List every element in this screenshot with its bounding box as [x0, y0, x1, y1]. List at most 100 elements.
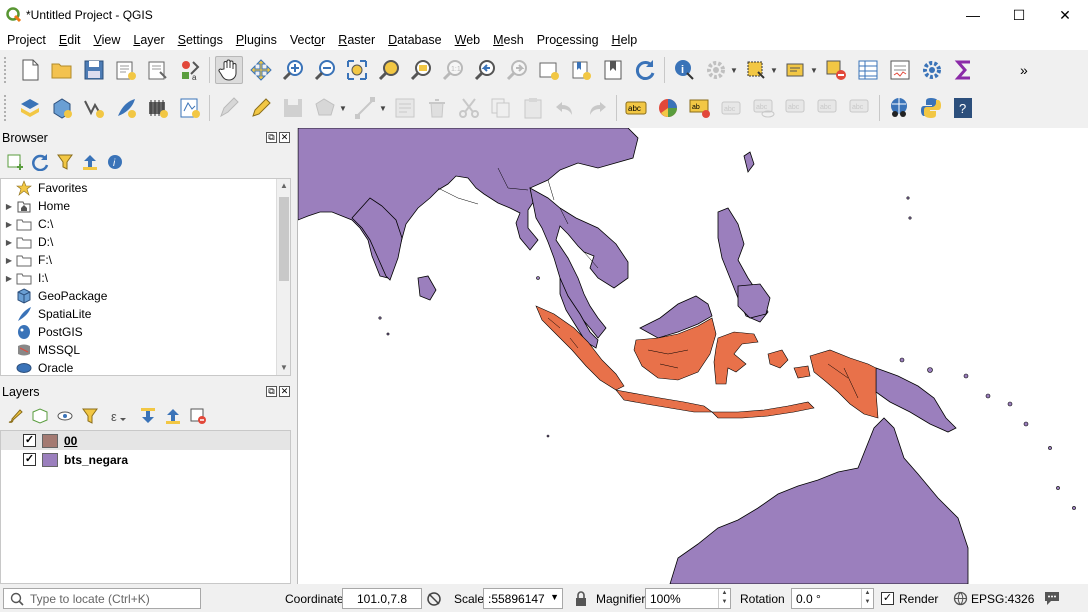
vertex-dropdown-icon[interactable]: ▼: [379, 104, 387, 113]
vertex-tool-button[interactable]: [351, 94, 379, 122]
zoom-full-button[interactable]: [343, 56, 371, 84]
manage-visibility-button[interactable]: [54, 405, 76, 427]
save-edits-button[interactable]: [279, 94, 307, 122]
spin-arrows-icon[interactable]: ▲ ▼: [861, 589, 873, 608]
zoom-next-button[interactable]: [503, 56, 531, 84]
expand-arrow-icon[interactable]: ▶: [3, 256, 15, 265]
menu-plugins[interactable]: Plugins: [229, 33, 283, 47]
render-checkbox[interactable]: ✓: [881, 592, 894, 605]
zoom-last-button[interactable]: [471, 56, 499, 84]
float-panel-icon[interactable]: ⧉: [266, 132, 277, 143]
python-console-button[interactable]: [917, 94, 945, 122]
new-project-button[interactable]: [16, 56, 44, 84]
browser-item-postgis[interactable]: PostGIS: [1, 323, 290, 341]
field-calculator-button[interactable]: [886, 56, 914, 84]
zoom-to-layer-button[interactable]: [407, 56, 435, 84]
toggle-editing-button[interactable]: [247, 94, 275, 122]
refresh-browser-button[interactable]: [29, 151, 51, 173]
expand-all-button[interactable]: [137, 405, 159, 427]
deselect-all-button[interactable]: [822, 56, 850, 84]
spin-arrows-icon[interactable]: ▲ ▼: [718, 589, 730, 608]
run-action-button[interactable]: [702, 56, 730, 84]
layer-symbol-swatch[interactable]: [42, 433, 58, 448]
data-source-manager-button[interactable]: [16, 94, 44, 122]
select-value-dropdown-icon[interactable]: ▼: [810, 66, 818, 75]
pin-labels-button[interactable]: ab: [686, 94, 714, 122]
toggle-extents-icon[interactable]: [426, 591, 442, 607]
scale-combo[interactable]: :55896147 ▼: [483, 588, 563, 609]
browser-item-c[interactable]: ▶ C:\: [1, 215, 290, 233]
menu-help[interactable]: Help: [605, 33, 644, 47]
select-features-button[interactable]: [742, 56, 770, 84]
layer-item[interactable]: ✓ 00: [1, 431, 290, 450]
collapse-all-layers-button[interactable]: [162, 405, 184, 427]
expand-arrow-icon[interactable]: ▶: [3, 238, 15, 247]
map-canvas[interactable]: [297, 128, 1088, 584]
show-bookmarks-button[interactable]: [599, 56, 627, 84]
zoom-native-button[interactable]: 1:1: [439, 56, 467, 84]
style-manager-button[interactable]: a: [176, 56, 204, 84]
browser-item-f[interactable]: ▶ F:\: [1, 251, 290, 269]
layer-visibility-checkbox[interactable]: ✓: [23, 434, 36, 447]
pan-to-selection-button[interactable]: [247, 56, 275, 84]
new-bookmark-button[interactable]: [567, 56, 595, 84]
expand-arrow-icon[interactable]: ▶: [3, 220, 15, 229]
open-styling-button[interactable]: [4, 405, 26, 427]
filter-browser-button[interactable]: [54, 151, 76, 173]
close-panel-icon[interactable]: ✕: [279, 132, 290, 143]
action-dropdown-icon[interactable]: ▼: [730, 66, 738, 75]
new-spatialite-layer-button[interactable]: [112, 94, 140, 122]
browser-item-geopackage[interactable]: GeoPackage: [1, 287, 290, 305]
layout-manager-button[interactable]: [144, 56, 172, 84]
float-panel-icon[interactable]: ⧉: [266, 386, 277, 397]
select-by-value-button[interactable]: [782, 56, 810, 84]
quickmapservices-button[interactable]: [885, 94, 913, 122]
zoom-in-button[interactable]: [279, 56, 307, 84]
locator-search-input[interactable]: Type to locate (Ctrl+K): [3, 588, 201, 609]
cut-features-button[interactable]: [455, 94, 483, 122]
select-dropdown-icon[interactable]: ▼: [770, 66, 778, 75]
close-panel-icon[interactable]: ✕: [279, 386, 290, 397]
statistical-summary-button[interactable]: [950, 56, 978, 84]
messages-icon[interactable]: [1043, 590, 1061, 606]
new-print-layout-button[interactable]: [112, 56, 140, 84]
layer-symbol-swatch[interactable]: [42, 452, 58, 467]
zoom-out-button[interactable]: [311, 56, 339, 84]
highlight-pinned-button[interactable]: abc: [718, 94, 746, 122]
new-virtual-layer-button[interactable]: [144, 94, 172, 122]
copy-features-button[interactable]: [487, 94, 515, 122]
attribute-table-button[interactable]: [854, 56, 882, 84]
scroll-up-icon[interactable]: ▲: [277, 179, 290, 193]
redo-button[interactable]: [583, 94, 611, 122]
layer-diagram-button[interactable]: [654, 94, 682, 122]
show-hide-labels-button[interactable]: abc: [750, 94, 778, 122]
save-project-button[interactable]: [80, 56, 108, 84]
rotation-spinbox[interactable]: 0.0 ° ▲ ▼: [791, 588, 874, 609]
toolbar-overflow-icon[interactable]: »: [1020, 62, 1028, 78]
new-geopackage-layer-button[interactable]: [48, 94, 76, 122]
filter-legend-button[interactable]: [79, 405, 101, 427]
browser-item-mssql[interactable]: MSSQL: [1, 341, 290, 359]
menu-edit[interactable]: Edit: [52, 33, 87, 47]
close-button[interactable]: ✕: [1042, 0, 1088, 30]
crs-label[interactable]: EPSG:4326: [971, 592, 1034, 606]
remove-layer-button[interactable]: [187, 405, 209, 427]
modify-attributes-button[interactable]: [391, 94, 419, 122]
add-group-button[interactable]: [29, 405, 51, 427]
filter-expression-button[interactable]: ε: [104, 405, 134, 427]
menu-vector[interactable]: Vector: [283, 33, 331, 47]
change-label-button[interactable]: abc: [846, 94, 874, 122]
menu-view[interactable]: View: [86, 33, 126, 47]
layer-visibility-checkbox[interactable]: ✓: [23, 453, 36, 466]
crs-globe-icon[interactable]: [953, 591, 968, 606]
new-map-view-button[interactable]: [535, 56, 563, 84]
toolbar-grip[interactable]: [4, 57, 10, 83]
add-feature-button[interactable]: [311, 94, 339, 122]
delete-selected-button[interactable]: [423, 94, 451, 122]
menu-project[interactable]: Project: [0, 33, 52, 47]
browser-item-spatialite[interactable]: SpatiaLite: [1, 305, 290, 323]
add-selected-layers-button[interactable]: [4, 151, 26, 173]
undo-button[interactable]: [551, 94, 579, 122]
expand-arrow-icon[interactable]: ▶: [3, 274, 15, 283]
open-project-button[interactable]: [48, 56, 76, 84]
